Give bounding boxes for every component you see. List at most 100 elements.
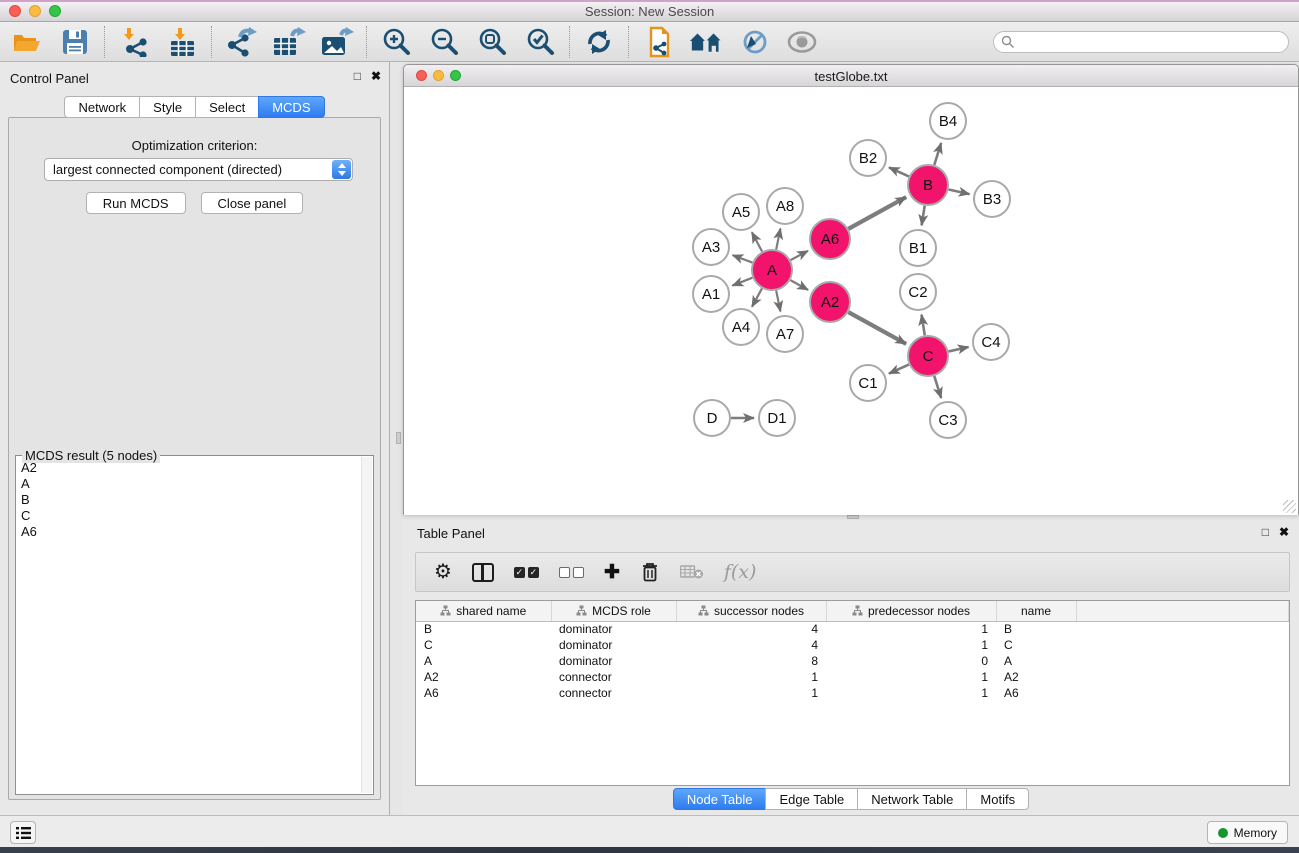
graph-node-C[interactable]: C [908,336,948,376]
zoom-fit-button[interactable] [475,26,509,58]
table-cell[interactable]: A6 [996,685,1076,701]
graph-edge-A-A6[interactable] [791,251,808,260]
table-row[interactable]: Bdominator41B [416,621,1289,637]
graph-node-C4[interactable]: C4 [973,324,1009,360]
graph-edge-A-A3[interactable] [733,255,753,262]
graph-edge-A6-B[interactable] [848,197,906,229]
network-window-titlebar[interactable]: testGlobe.txt [404,65,1298,87]
graph-node-A4[interactable]: A4 [723,309,759,345]
float-table-panel-icon[interactable]: □ [1262,525,1269,539]
table-cell[interactable]: 0 [826,653,996,669]
table-cell[interactable]: C [996,637,1076,653]
graph-edge-C-C1[interactable] [889,365,909,374]
mcds-result-item[interactable]: B [17,492,360,508]
search-input[interactable] [993,31,1289,53]
table-cell[interactable]: A2 [996,669,1076,685]
graph-edge-C-C2[interactable] [922,315,925,336]
dropdown-stepper-icon[interactable] [332,160,351,179]
graph-edge-A-A1[interactable] [732,278,752,286]
delete-table-button[interactable] [680,557,704,587]
table-cell[interactable]: connector [551,685,676,701]
graph-node-D[interactable]: D [694,400,730,436]
tab-network-table[interactable]: Network Table [857,788,967,810]
table-row[interactable]: Cdominator41C [416,637,1289,653]
table-cell[interactable]: A6 [416,685,551,701]
graph-node-A1[interactable]: A1 [693,276,729,312]
graph-node-C3[interactable]: C3 [930,402,966,438]
table-cell[interactable]: B [996,621,1076,637]
tab-motifs[interactable]: Motifs [966,788,1029,810]
graph-edge-B-B3[interactable] [949,189,970,194]
optimization-criterion-dropdown[interactable]: largest connected component (directed) [44,158,353,181]
table-cell[interactable]: A [996,653,1076,669]
close-panel-icon[interactable]: ✖ [371,69,381,83]
import-table-button[interactable] [165,26,199,58]
graph-node-A7[interactable]: A7 [767,316,803,352]
delete-column-button[interactable] [640,557,660,587]
mcds-scrollbar[interactable] [361,457,372,793]
function-builder-button[interactable]: f(x) [724,557,757,587]
column-header-name[interactable]: name [996,601,1076,621]
table-cell[interactable]: 4 [676,637,826,653]
table-cell[interactable]: 1 [826,685,996,701]
graph-node-B3[interactable]: B3 [974,181,1010,217]
graph-edge-A-A2[interactable] [790,280,808,290]
graph-node-A8[interactable]: A8 [767,188,803,224]
table-cell[interactable]: dominator [551,621,676,637]
table-cell[interactable]: 1 [676,669,826,685]
graph-node-A3[interactable]: A3 [693,229,729,265]
graph-node-A2[interactable]: A2 [810,282,850,322]
zoom-selected-button[interactable] [523,26,557,58]
mcds-result-item[interactable]: C [17,508,360,524]
tab-style[interactable]: Style [139,96,196,118]
table-cell[interactable]: C [416,637,551,653]
network-from-selection-button[interactable] [641,26,675,58]
add-column-button[interactable]: ✚ [604,557,620,587]
open-session-button[interactable] [10,26,44,58]
save-session-button[interactable] [58,26,92,58]
graph-edge-A-A8[interactable] [776,229,780,250]
close-table-panel-icon[interactable]: ✖ [1279,525,1289,539]
memory-button[interactable]: Memory [1207,821,1288,844]
export-table-button[interactable] [272,26,306,58]
table-row[interactable]: Adominator80A [416,653,1289,669]
tab-select[interactable]: Select [195,96,259,118]
graph-edge-C-C4[interactable] [948,347,968,351]
graph-edge-A-A7[interactable] [776,291,780,312]
graph-node-B1[interactable]: B1 [900,230,936,266]
export-network-button[interactable] [224,26,258,58]
graph-node-C1[interactable]: C1 [850,365,886,401]
table-cell[interactable]: 4 [676,621,826,637]
hide-annotations-button[interactable] [737,26,771,58]
close-panel-button[interactable]: Close panel [201,192,304,214]
column-header-predecessor-nodes[interactable]: predecessor nodes [826,601,996,621]
table-cell[interactable]: 1 [826,637,996,653]
graph-edge-B-B4[interactable] [934,143,941,165]
table-cell[interactable]: 1 [676,685,826,701]
refresh-layout-button[interactable] [582,26,616,58]
graph-edge-C-C3[interactable] [934,376,941,398]
home-button[interactable] [689,26,723,58]
graph-node-D1[interactable]: D1 [759,400,795,436]
table-cell[interactable]: 1 [826,669,996,685]
graph-node-C2[interactable]: C2 [900,274,936,310]
show-panels-button[interactable] [10,821,36,844]
graph-node-B[interactable]: B [908,165,948,205]
table-cell[interactable]: 1 [826,621,996,637]
zoom-in-button[interactable] [379,26,413,58]
graph-node-A5[interactable]: A5 [723,194,759,230]
column-header-MCDS-role[interactable]: MCDS role [551,601,676,621]
select-all-button[interactable]: ✓ ✓ [514,557,539,587]
graph-node-A[interactable]: A [752,250,792,290]
import-network-button[interactable] [117,26,151,58]
export-image-button[interactable] [320,26,354,58]
mcds-result-item[interactable]: A6 [17,524,360,540]
graph-node-A6[interactable]: A6 [810,219,850,259]
table-cell[interactable]: 8 [676,653,826,669]
zoom-out-button[interactable] [427,26,461,58]
tab-network[interactable]: Network [64,96,140,118]
mcds-result-item[interactable]: A [17,476,360,492]
table-cell[interactable]: dominator [551,653,676,669]
table-cell[interactable]: connector [551,669,676,685]
table-row[interactable]: A6connector11A6 [416,685,1289,701]
